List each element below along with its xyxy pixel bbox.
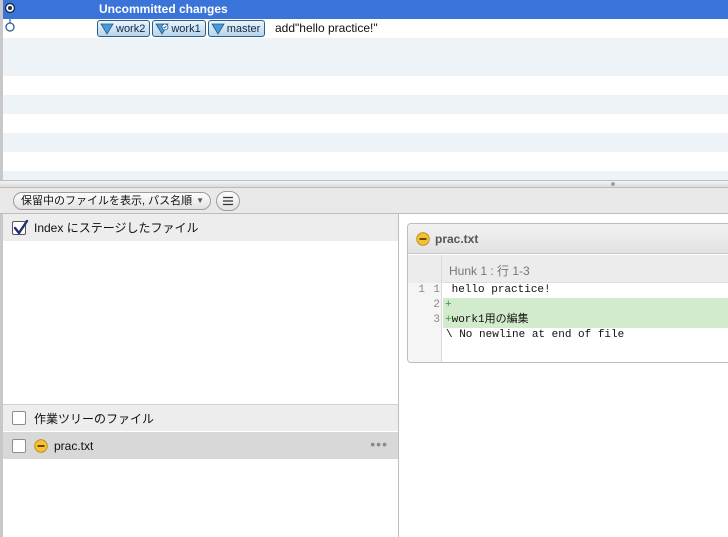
working-tree-section-header[interactable]: 作業ツリーのファイル [3,404,398,431]
file-name: prac.txt [54,438,94,453]
diff-line-text: hello practice! [451,284,551,296]
file-sort-select-value: 保留中のファイルを表示, パス名順 [21,195,193,207]
branch-icon [100,23,114,35]
uncommitted-changes-row[interactable]: Uncommitted changes [3,0,728,19]
diff-file-name: prac.txt [435,231,479,246]
file-checkbox[interactable] [12,438,26,453]
branch-label-text: work2 [116,22,146,35]
diff-card: prac.txt Hunk 1 : 行 1-3 1 1 hello practi… [407,223,728,363]
commit-row[interactable]: work2 work1 master add"hello practice!" [3,19,728,38]
branch-label-work2[interactable]: work2 [97,20,151,37]
branch-label-work1[interactable]: work1 [152,20,206,37]
diff-line[interactable]: 1 1 hello practice! [408,283,728,298]
working-tree-file-row[interactable]: prac.txt ••• [3,432,398,459]
new-line-number: 2 [433,299,440,311]
index-section-label: Index にステージしたファイル [34,221,199,235]
index-checkbox[interactable] [12,219,29,235]
diff-line-prefix: + [445,299,452,311]
old-line-number: 1 [418,284,425,296]
empty-row [3,152,728,171]
diff-file-header[interactable]: prac.txt [408,224,728,254]
ref-labels: work2 work1 master [97,19,266,38]
empty-row [3,133,728,152]
new-line-number: 1 [433,284,440,296]
empty-row [3,76,728,95]
commit-history: Uncommitted changes work2 work1 master a… [0,0,728,180]
list-icon [223,196,233,206]
diff-line-prefix: + [445,314,452,326]
modified-face-icon [416,231,430,246]
empty-row [3,38,728,57]
uncommitted-label: Uncommitted changes [99,2,228,16]
commit-message: add"hello practice!" [275,21,378,35]
diff-pane: prac.txt Hunk 1 : 行 1-3 1 1 hello practi… [399,214,728,537]
hunk-header-label: Hunk 1 : 行 1-3 [449,264,530,278]
commit-node-icon [5,22,15,32]
commit-graph [4,2,16,32]
new-line-number: 3 [433,314,440,326]
modified-face-icon [34,438,48,453]
file-list-pane: Index にステージしたファイル 作業ツリーのファイル prac.txt ••… [0,214,399,537]
index-section-header[interactable]: Index にステージしたファイル [3,214,398,241]
diff-line-text: No newline at end of file [452,329,625,341]
diff-line-note[interactable]: \ No newline at end of file [408,328,728,343]
branch-icon [210,23,225,35]
branch-label-text: work1 [171,22,201,35]
empty-row [3,95,728,114]
diff-line-prefix: \ [446,329,453,341]
branch-label-text: master [226,22,261,35]
branch-label-master[interactable]: master [207,20,266,37]
diff-line-added[interactable]: 2 + [408,298,728,313]
file-sort-select[interactable]: 保留中のファイルを表示, パス名順 ▼ [13,192,211,210]
checkmark-icon [13,219,29,234]
checked-out-branch-icon [155,23,170,35]
file-toolbar: 保留中のファイルを表示, パス名順 ▼ [0,188,728,214]
diff-line-added[interactable]: 3 +work1用の編集 [408,313,728,328]
empty-row [3,114,728,133]
more-options-icon[interactable]: ••• [370,437,388,451]
empty-row [3,171,728,180]
view-options-button[interactable] [216,191,240,211]
diff-line-text: work1用の編集 [451,314,529,326]
hunk-header[interactable]: Hunk 1 : 行 1-3 [408,255,728,283]
working-tree-checkbox[interactable] [12,411,26,425]
working-tree-section-label: 作業ツリーのファイル [34,411,155,426]
pane-splitter[interactable] [0,180,728,188]
diff-line-prefix [445,284,452,296]
dropdown-arrow-icon: ▼ [196,196,204,205]
diff-blank-area [408,343,728,362]
empty-row [3,57,728,76]
